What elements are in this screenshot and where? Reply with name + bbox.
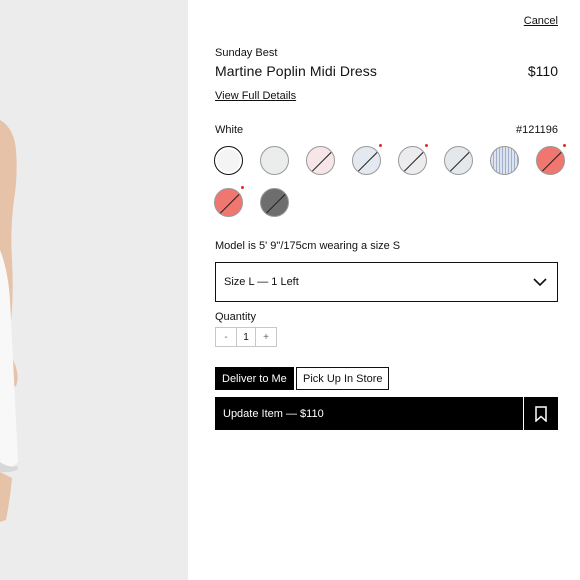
quantity-value[interactable]: 1 xyxy=(236,328,256,346)
color-swatch-item xyxy=(536,144,566,175)
color-swatch-item xyxy=(214,186,244,217)
unavailable-slash xyxy=(445,148,472,174)
color-swatch[interactable] xyxy=(260,188,289,217)
quantity-stepper: - 1 + xyxy=(215,327,277,347)
update-item-button[interactable]: Update Item — $110 xyxy=(215,397,523,430)
low-stock-dot xyxy=(379,144,382,147)
color-swatch[interactable] xyxy=(214,146,243,175)
color-swatch[interactable] xyxy=(214,188,243,217)
pick-up-in-store-button[interactable]: Pick Up In Store xyxy=(296,367,390,390)
product-brand: Sunday Best xyxy=(215,47,278,59)
product-sku: #121196 xyxy=(515,124,558,136)
unavailable-slash xyxy=(307,148,334,174)
color-swatch-item xyxy=(398,144,428,175)
low-stock-dot xyxy=(563,144,566,147)
unavailable-slash xyxy=(537,148,564,174)
color-swatch[interactable] xyxy=(398,146,427,175)
chevron-down-icon xyxy=(533,277,547,286)
color-swatch-item xyxy=(214,146,243,175)
color-swatch-item xyxy=(444,146,473,175)
product-price: $110 xyxy=(527,63,558,79)
color-swatch-item xyxy=(490,146,519,175)
low-stock-dot xyxy=(241,186,244,189)
unavailable-slash xyxy=(261,190,288,216)
model-size-info: Model is 5' 9"/175cm wearing a size S xyxy=(215,240,401,252)
low-stock-dot xyxy=(425,144,428,147)
color-swatch[interactable] xyxy=(536,146,565,175)
color-swatch[interactable] xyxy=(352,146,381,175)
quantity-decrease-button[interactable]: - xyxy=(216,328,236,346)
unavailable-slash xyxy=(353,148,380,174)
bookmark-icon xyxy=(535,405,547,422)
color-swatch-item xyxy=(352,144,382,175)
color-swatch-item xyxy=(306,146,335,175)
cancel-button[interactable]: Cancel xyxy=(524,15,558,27)
model-silhouette xyxy=(0,0,188,580)
unavailable-slash xyxy=(215,190,242,216)
color-swatch[interactable] xyxy=(490,146,519,175)
view-full-details-link[interactable]: View Full Details xyxy=(215,90,296,102)
quantity-increase-button[interactable]: + xyxy=(256,328,276,346)
size-select-value: Size L — 1 Left xyxy=(224,276,299,288)
color-swatch[interactable] xyxy=(260,146,289,175)
size-select[interactable]: Size L — 1 Left xyxy=(215,262,558,302)
product-photo xyxy=(0,0,188,580)
color-swatch[interactable] xyxy=(444,146,473,175)
product-name: Martine Poplin Midi Dress xyxy=(215,63,377,79)
color-swatch-item xyxy=(260,146,289,175)
product-panel: Cancel Sunday Best Martine Poplin Midi D… xyxy=(188,0,580,580)
color-swatch-list xyxy=(214,144,566,217)
quantity-label: Quantity xyxy=(215,311,256,323)
bookmark-button[interactable] xyxy=(524,397,558,430)
selected-color-name: White xyxy=(215,124,244,136)
unavailable-slash xyxy=(399,148,426,174)
color-swatch[interactable] xyxy=(306,146,335,175)
deliver-to-me-button[interactable]: Deliver to Me xyxy=(215,367,294,390)
color-swatch-item xyxy=(260,188,289,217)
